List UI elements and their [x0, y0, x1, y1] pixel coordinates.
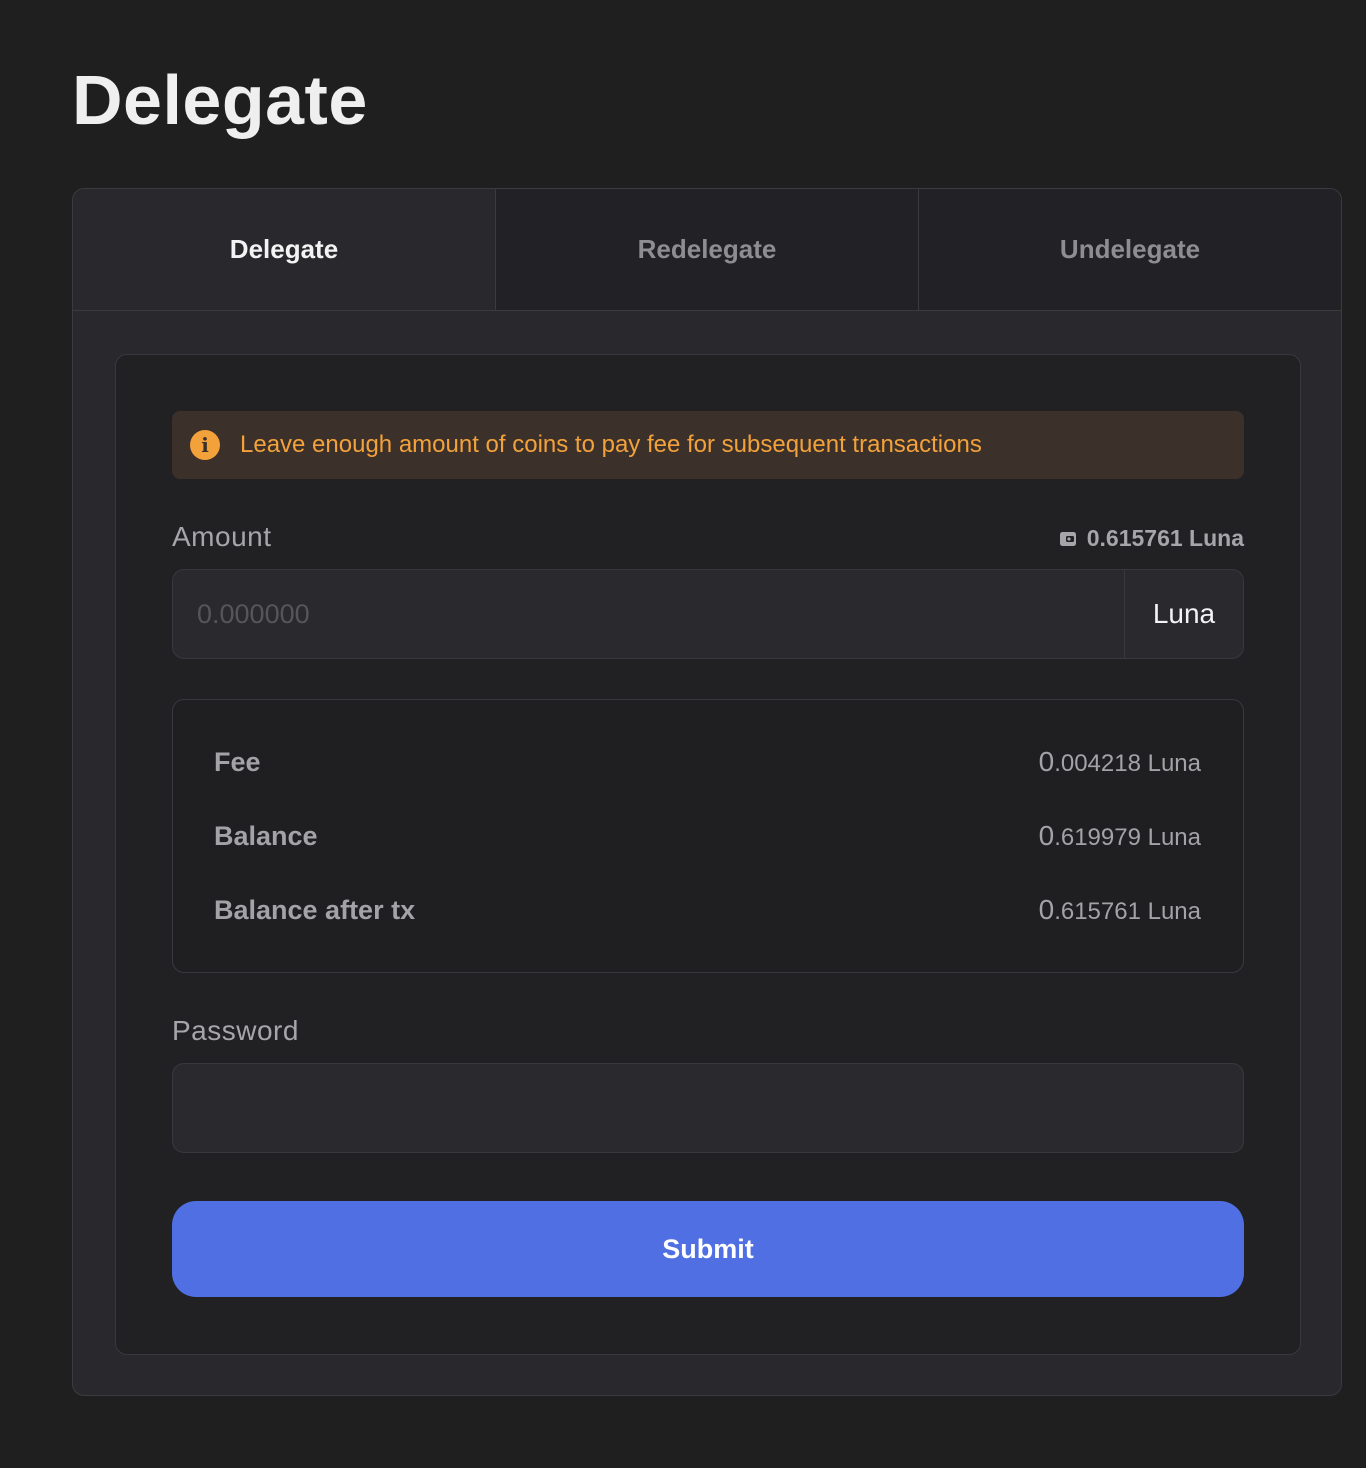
amount-input[interactable] — [173, 570, 1124, 658]
amount-label: Amount — [172, 521, 272, 552]
balance-value: 0.619979 Luna — [1038, 820, 1201, 851]
fee-value: 0.004218 Luna — [1038, 746, 1201, 777]
tab-bar: Delegate Redelegate Undelegate — [73, 189, 1341, 311]
delegate-card: Delegate Redelegate Undelegate i Leave e… — [72, 188, 1342, 1396]
balance-after-row: Balance after tx 0.615761 Luna — [214, 890, 1201, 930]
fee-label: Fee — [214, 746, 261, 777]
delegate-form: i Leave enough amount of coins to pay fe… — [115, 354, 1301, 1355]
amount-field: Luna — [172, 569, 1244, 659]
tx-summary: Fee 0.004218 Luna Balance 0.619979 Luna … — [172, 699, 1244, 973]
amount-unit: Luna — [1124, 570, 1243, 658]
balance-after-label: Balance after tx — [214, 894, 416, 925]
fee-warning-banner: i Leave enough amount of coins to pay fe… — [172, 411, 1244, 479]
warning-text: Leave enough amount of coins to pay fee … — [240, 431, 982, 458]
password-label: Password — [172, 1015, 299, 1046]
tab-undelegate[interactable]: Undelegate — [919, 189, 1341, 310]
wallet-icon — [1059, 531, 1076, 546]
fee-row: Fee 0.004218 Luna — [214, 742, 1201, 782]
balance-label: Balance — [214, 820, 318, 851]
info-icon: i — [190, 430, 220, 460]
submit-button[interactable]: Submit — [172, 1201, 1244, 1297]
page-title: Delegate — [72, 61, 368, 139]
balance-after-value: 0.615761 Luna — [1038, 894, 1201, 925]
tab-redelegate[interactable]: Redelegate — [496, 189, 919, 310]
password-input[interactable] — [172, 1063, 1244, 1153]
available-balance[interactable]: 0.615761 Luna — [1059, 525, 1244, 552]
available-balance-value: 0.615761 Luna — [1086, 525, 1244, 551]
balance-row: Balance 0.619979 Luna — [214, 816, 1201, 856]
tab-delegate[interactable]: Delegate — [73, 189, 496, 310]
